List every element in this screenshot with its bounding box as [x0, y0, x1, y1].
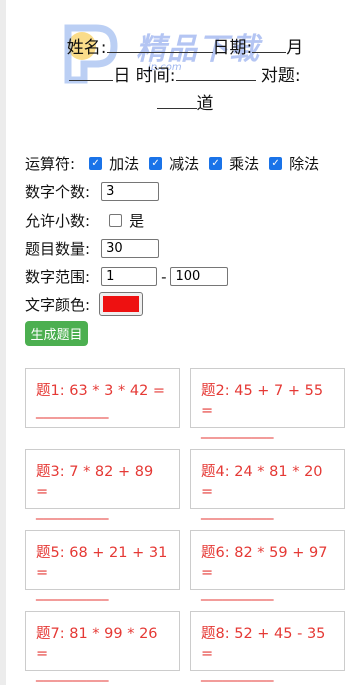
header-line-2: 日 时间: 对题: [30, 62, 340, 90]
question-5-answer-blank: __________ [36, 585, 109, 601]
digit-count-row: 数字个数: [25, 181, 160, 202]
name-label: 姓名: [66, 38, 107, 58]
question-card-7: 题7: 81 * 99 * 26 = __________ [25, 611, 180, 682]
question-8-prefix: 题8: [201, 626, 230, 642]
header-line-1: 姓名: 日期: 月 [30, 34, 340, 62]
question-card-6: 题6: 82 * 59 + 97 = __________ [190, 530, 345, 601]
number-range-label: 数字范围: [25, 268, 91, 286]
operator-multiply-label: 乘法 [229, 155, 260, 173]
question-card-8: 题8: 52 + 45 - 35 = __________ [190, 611, 345, 682]
page-left-rail [0, 0, 6, 685]
operator-subtract-label: 减法 [169, 155, 200, 173]
date-label: 日期: [212, 38, 253, 58]
question-count-row: 题目数量: [25, 238, 160, 259]
question-7-answer-blank: __________ [36, 666, 109, 682]
day-label: 日 [113, 66, 131, 86]
question-card-4: 题4: 24 * 81 * 20 = __________ [190, 449, 345, 520]
question-2-prefix: 题2: [201, 383, 230, 399]
time-blank [175, 62, 256, 81]
range-max-input[interactable] [170, 267, 229, 286]
question-count-label: 题目数量: [25, 240, 91, 258]
month-label: 月 [286, 38, 304, 58]
question-8-answer-blank: __________ [201, 666, 274, 682]
digit-count-input[interactable] [101, 182, 160, 201]
operator-multiply-option[interactable]: ✓ 乘法 [209, 153, 259, 174]
operator-divide-option[interactable]: ✓ 除法 [269, 153, 319, 174]
range-separator: - [161, 267, 167, 286]
operator-add-label: 加法 [109, 155, 140, 173]
question-3-prefix: 题3: [36, 464, 65, 480]
name-blank [106, 34, 213, 53]
worksheet-header: 姓名: 日期: 月 日 时间: 对题: 道 [30, 34, 340, 118]
allow-decimal-row: 允许小数: 是 [25, 210, 154, 231]
question-6-answer-blank: __________ [201, 585, 274, 601]
range-min-input[interactable] [101, 267, 158, 286]
question-count-input[interactable] [101, 239, 160, 258]
question-1-answer-blank: __________ [36, 403, 109, 419]
question-card-5: 题5: 68 + 21 + 31 = __________ [25, 530, 180, 601]
operator-divide-label: 除法 [289, 155, 320, 173]
allow-decimal-checkbox[interactable] [109, 214, 123, 227]
question-1-expression: 63 * 3 * 42 = [69, 383, 166, 399]
operators-label: 运算符: [25, 155, 76, 173]
operator-add-checkbox[interactable]: ✓ [89, 157, 103, 170]
digit-count-label: 数字个数: [25, 183, 91, 201]
question-5-prefix: 题5: [36, 545, 65, 561]
question-4-answer-blank: __________ [201, 504, 274, 520]
operator-add-option[interactable]: ✓ 加法 [89, 153, 139, 174]
allow-decimal-option-label: 是 [129, 212, 145, 230]
question-card-1: 题1: 63 * 3 * 42 = __________ [25, 368, 180, 428]
allow-decimal-option[interactable]: 是 [109, 210, 144, 231]
correct-label: 对题: [260, 66, 301, 86]
month-blank [252, 34, 287, 53]
question-7-prefix: 题7: [36, 626, 65, 642]
time-label: 时间: [135, 66, 176, 86]
number-range-row: 数字范围: - [25, 266, 229, 287]
day-blank [69, 62, 114, 81]
question-card-3: 题3: 7 * 82 + 89 = __________ [25, 449, 180, 520]
generate-questions-button[interactable]: 生成题目 [25, 321, 88, 346]
allow-decimal-label: 允许小数: [25, 212, 91, 230]
operator-divide-checkbox[interactable]: ✓ [269, 157, 283, 170]
question-2-answer-blank: __________ [201, 423, 274, 439]
header-line-3: 道 [30, 90, 340, 118]
text-color-label: 文字颜色: [25, 295, 91, 314]
unit-label: 道 [196, 94, 214, 114]
correct-count-blank [156, 90, 197, 109]
operator-subtract-checkbox[interactable]: ✓ [149, 157, 163, 170]
operators-row: 运算符: ✓ 加法 ✓ 减法 ✓ 乘法 ✓ 除法 [25, 153, 329, 174]
text-color-swatch [103, 296, 140, 312]
question-4-prefix: 题4: [201, 464, 230, 480]
question-6-prefix: 题6: [201, 545, 230, 561]
operator-multiply-checkbox[interactable]: ✓ [209, 157, 223, 170]
question-card-2: 题2: 45 + 7 + 55 = __________ [190, 368, 345, 439]
text-color-picker[interactable] [99, 292, 144, 316]
question-3-answer-blank: __________ [36, 504, 109, 520]
operator-subtract-option[interactable]: ✓ 减法 [149, 153, 199, 174]
text-color-row: 文字颜色: [25, 292, 144, 316]
question-1-prefix: 题1: [36, 383, 65, 399]
